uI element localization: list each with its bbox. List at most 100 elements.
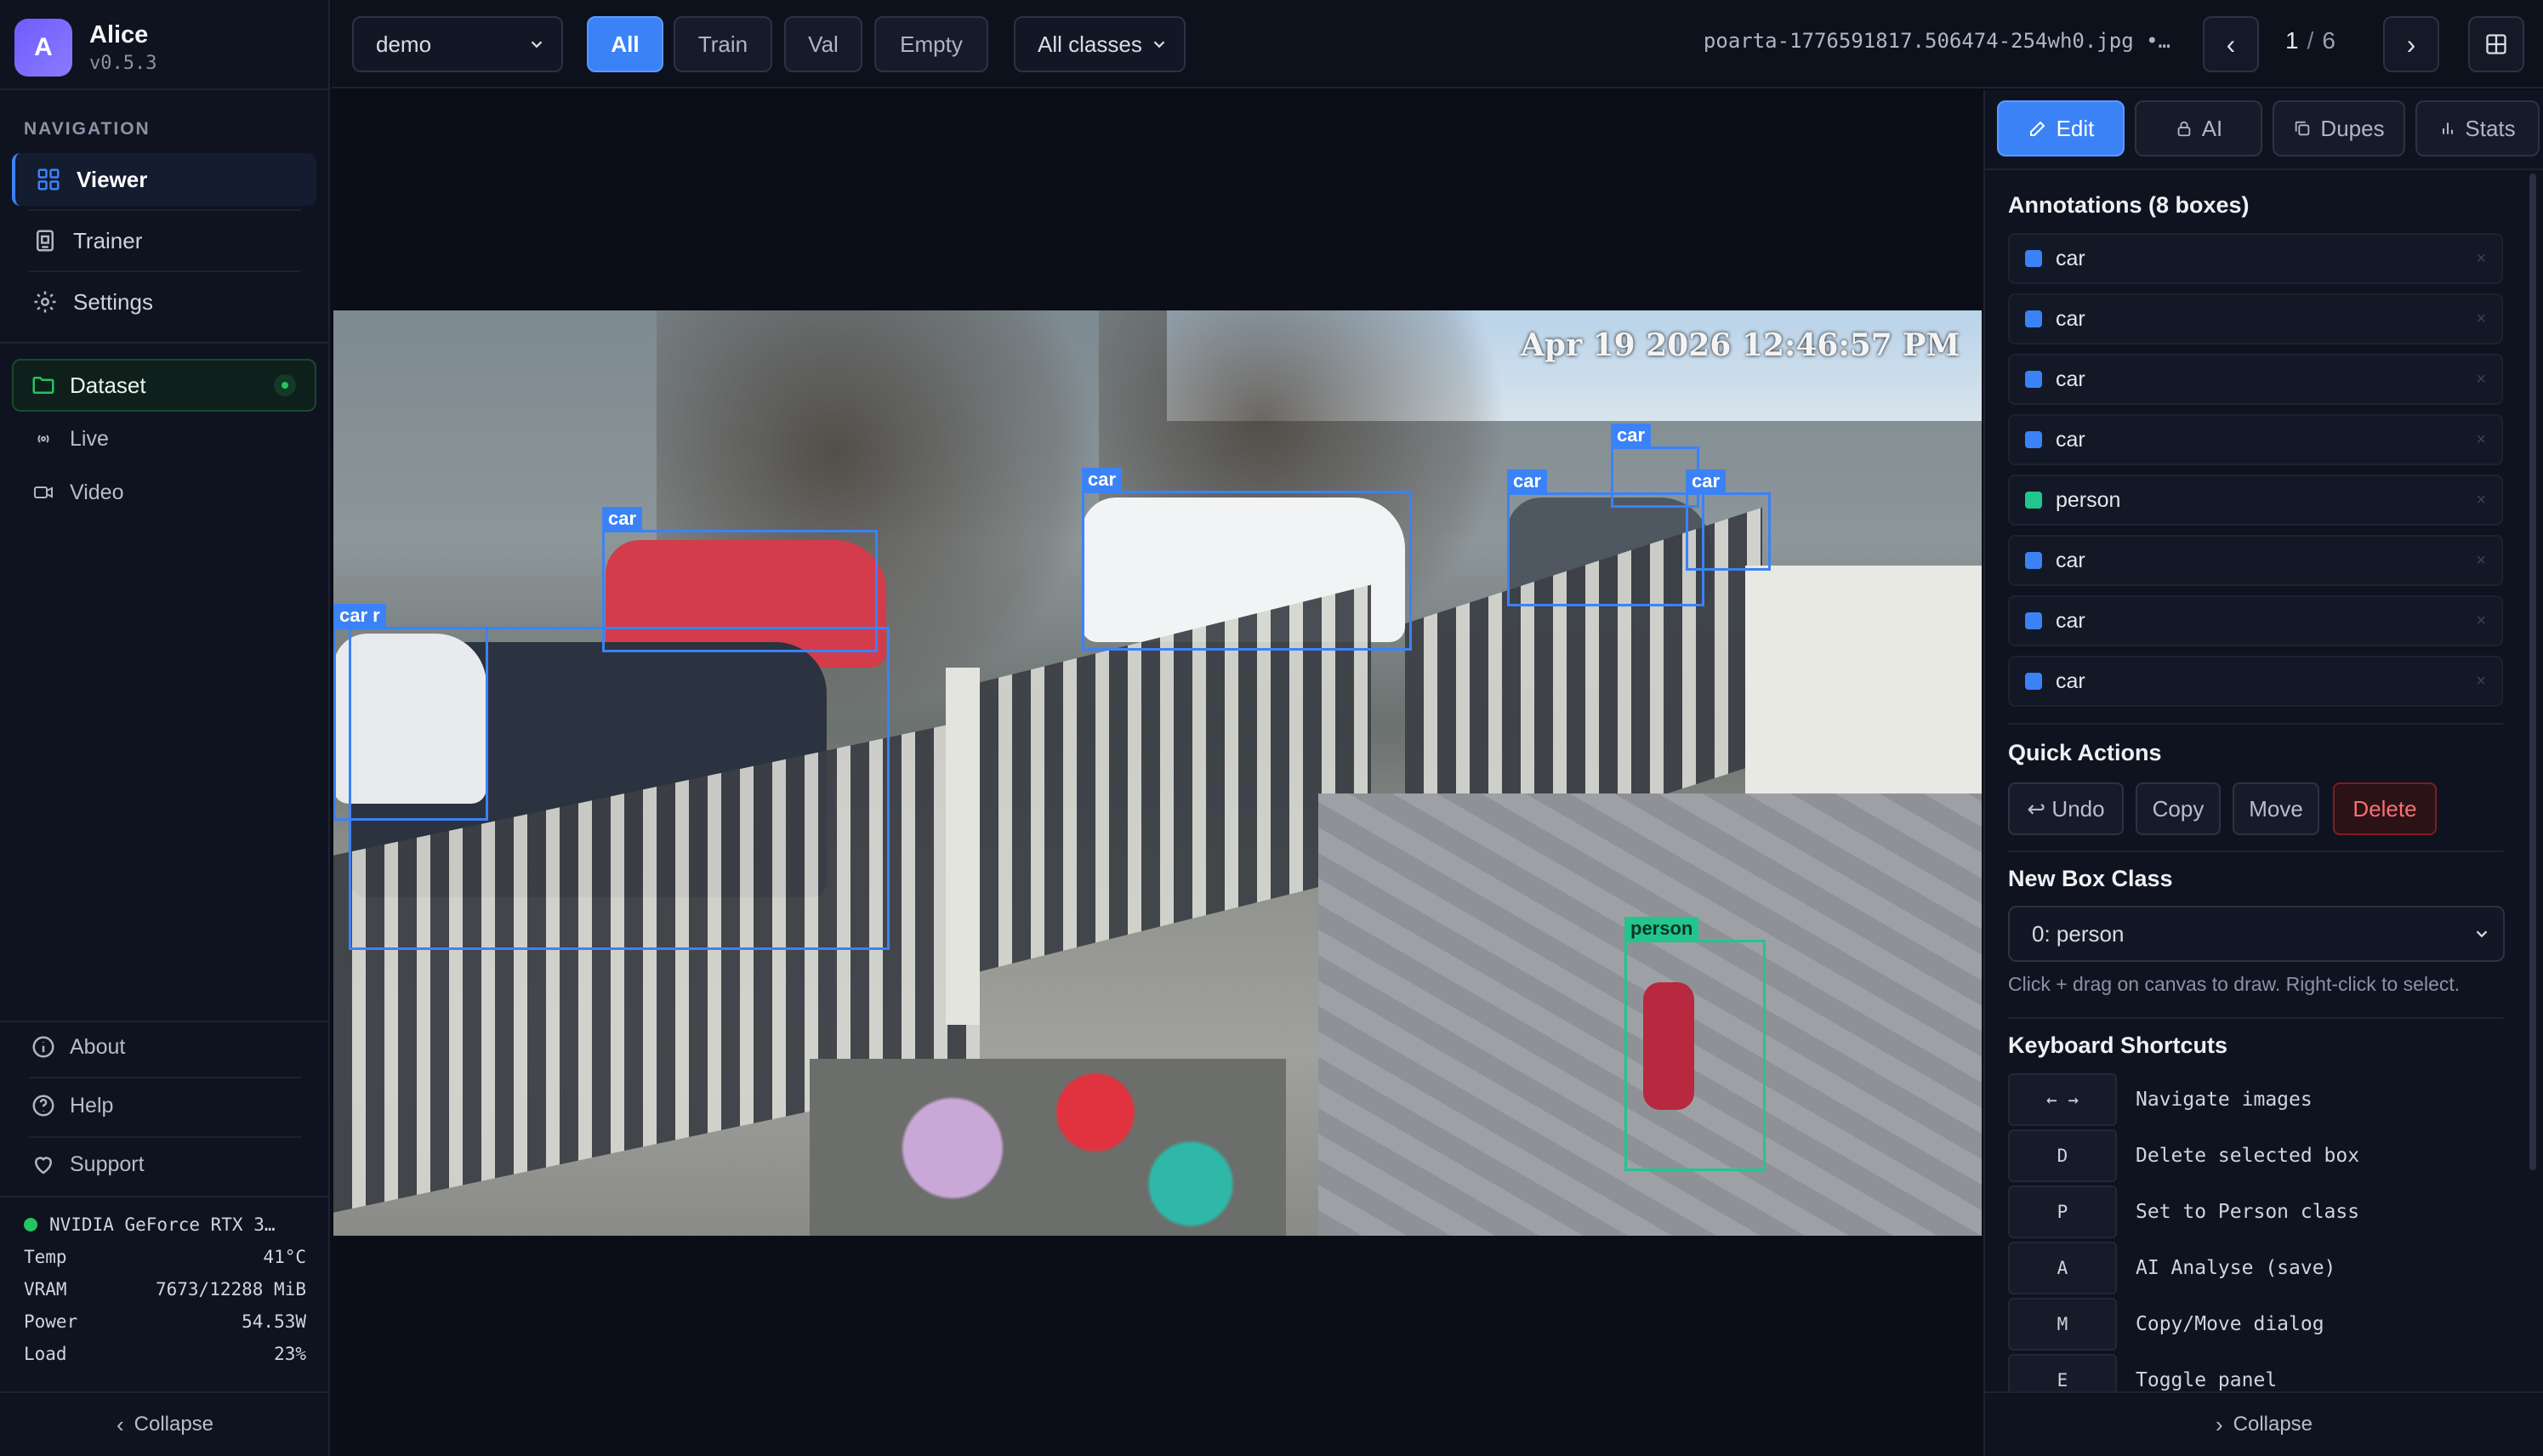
- gpu-stat-label: VRAM: [24, 1279, 67, 1300]
- divider: [0, 1021, 330, 1022]
- gpu-stat-value: 7673/12288 MiB: [155, 1279, 306, 1300]
- gpu-stat-value: 41°C: [263, 1247, 306, 1267]
- annotation-item[interactable]: car ×: [2008, 656, 2503, 707]
- toys: [810, 1059, 1286, 1236]
- tab-edit[interactable]: Edit: [1997, 100, 2125, 156]
- sidebar-item-about[interactable]: About: [31, 1034, 125, 1060]
- sidebar-item-label: Dataset: [70, 372, 146, 398]
- move-button[interactable]: Move: [2233, 782, 2319, 835]
- filter-val-button[interactable]: Val: [784, 16, 862, 72]
- layout-toggle-button[interactable]: [2468, 16, 2524, 72]
- sidebar-item-label: Settings: [73, 288, 153, 315]
- sidebar-item-trainer[interactable]: Trainer: [12, 214, 316, 267]
- delete-button[interactable]: Delete: [2333, 782, 2437, 835]
- gear-icon: [31, 287, 60, 316]
- annotation-label: car: [2056, 306, 2085, 331]
- filter-all-button[interactable]: All: [587, 16, 663, 72]
- collapse-sidebar-button[interactable]: ‹ Collapse: [0, 1391, 330, 1456]
- annotation-label: person: [2056, 487, 2121, 512]
- camera-timestamp: Apr 19 2026 12:46:57 PM: [1521, 327, 1960, 363]
- bbox-car[interactable]: [349, 627, 890, 950]
- shortcut-desc: Set to Person class: [2136, 1201, 2360, 1223]
- delete-annotation-button[interactable]: ×: [2476, 672, 2486, 691]
- chevron-down-icon: [1153, 41, 1165, 48]
- tab-stats[interactable]: Stats: [2415, 100, 2540, 156]
- sidebar-item-dataset[interactable]: Dataset: [12, 359, 316, 412]
- shortcut-key: D: [2008, 1129, 2117, 1182]
- filter-empty-button[interactable]: Empty: [874, 16, 988, 72]
- toolbar: demo All Train Val Empty All classes poa…: [332, 0, 2543, 88]
- help-circle-icon: [31, 1093, 56, 1118]
- delete-annotation-button[interactable]: ×: [2476, 370, 2486, 390]
- divider: [29, 270, 301, 272]
- image-filename: poarta-1776591817.506474-254wh0.jpg •…: [1703, 29, 2170, 53]
- gpu-stat-label: Load: [24, 1344, 67, 1364]
- collapse-panel-button[interactable]: › Collapse: [1983, 1391, 2543, 1456]
- sidebar-item-support[interactable]: Support: [31, 1152, 145, 1177]
- undo-button[interactable]: ↩ Undo: [2008, 782, 2124, 835]
- grid-icon: [34, 165, 63, 194]
- sidebar-item-label: Support: [70, 1152, 145, 1176]
- edit-icon: [2028, 118, 2048, 139]
- chevron-down-icon: [531, 41, 543, 48]
- dataset-select-value: demo: [376, 31, 432, 57]
- collapse-label: Collapse: [134, 1413, 214, 1436]
- gpu-stat-value: 23%: [274, 1344, 306, 1364]
- bar-chart-icon: [2439, 120, 2456, 137]
- shortcut-desc: Delete selected box: [2136, 1145, 2360, 1167]
- prev-image-button[interactable]: ‹: [2203, 16, 2259, 72]
- bbox-label: car: [1686, 469, 1727, 493]
- sidebar-item-viewer[interactable]: Viewer: [12, 153, 316, 206]
- camera-image[interactable]: Apr 19 2026 12:46:57 PM car car r car ca…: [333, 310, 1982, 1236]
- tab-label: Stats: [2465, 115, 2516, 141]
- annotation-label: car: [2056, 367, 2085, 391]
- gpu-name: NVIDIA GeForce RTX 3…: [49, 1214, 276, 1235]
- bbox-label: car: [602, 507, 643, 531]
- panel-scrollbar[interactable]: [2529, 173, 2536, 1170]
- shortcut-row: A AI Analyse (save): [2008, 1242, 2335, 1294]
- tab-dupes[interactable]: Dupes: [2273, 100, 2405, 156]
- filter-train-button[interactable]: Train: [674, 16, 772, 72]
- gpu-stat-label: Power: [24, 1311, 78, 1332]
- sidebar-item-video[interactable]: Video: [31, 480, 124, 505]
- status-indicator: [274, 374, 296, 396]
- annotation-item[interactable]: car ×: [2008, 595, 2503, 646]
- bbox-car[interactable]: car: [1507, 469, 1704, 606]
- annotation-item[interactable]: car ×: [2008, 354, 2503, 405]
- sidebar-item-help[interactable]: Help: [31, 1093, 113, 1118]
- delete-annotation-button[interactable]: ×: [2476, 491, 2486, 510]
- annotation-label: car: [2056, 246, 2085, 270]
- annotation-item[interactable]: person ×: [2008, 475, 2503, 526]
- tab-label: AI: [2201, 115, 2223, 141]
- bbox-person[interactable]: person: [1624, 917, 1766, 1171]
- delete-annotation-button[interactable]: ×: [2476, 551, 2486, 571]
- annotation-label: car: [2056, 668, 2085, 693]
- dataset-select[interactable]: demo: [352, 16, 563, 72]
- annotation-item[interactable]: car ×: [2008, 233, 2503, 284]
- delete-annotation-button[interactable]: ×: [2476, 611, 2486, 631]
- sidebar-item-settings[interactable]: Settings: [12, 276, 316, 328]
- new-box-class-select[interactable]: 0: person: [2008, 906, 2505, 962]
- class-swatch: [2025, 673, 2042, 690]
- annotation-item[interactable]: car ×: [2008, 414, 2503, 465]
- delete-annotation-button[interactable]: ×: [2476, 430, 2486, 450]
- copy-button[interactable]: Copy: [2136, 782, 2221, 835]
- gpu-stat-label: Temp: [24, 1247, 67, 1267]
- delete-annotation-button[interactable]: ×: [2476, 310, 2486, 329]
- app-name: Alice: [89, 21, 149, 48]
- annotation-item[interactable]: car ×: [2008, 293, 2503, 344]
- page-total: 6: [2322, 27, 2335, 54]
- bbox-car[interactable]: car: [1686, 469, 1771, 571]
- bbox-label: car r: [333, 604, 386, 628]
- class-filter-select[interactable]: All classes: [1014, 16, 1186, 72]
- shortcut-row: M Copy/Move dialog: [2008, 1298, 2324, 1351]
- sidebar-item-label: Video: [70, 480, 124, 504]
- app-avatar: A: [14, 19, 72, 77]
- sidebar: A Alice v0.5.3 NAVIGATION Viewer Trainer…: [0, 0, 330, 1456]
- sidebar-item-live[interactable]: Live: [31, 426, 109, 452]
- delete-annotation-button[interactable]: ×: [2476, 249, 2486, 269]
- annotation-item[interactable]: car ×: [2008, 535, 2503, 586]
- tab-ai[interactable]: AI: [2135, 100, 2262, 156]
- next-image-button[interactable]: ›: [2383, 16, 2439, 72]
- bbox-car[interactable]: car: [1082, 468, 1412, 651]
